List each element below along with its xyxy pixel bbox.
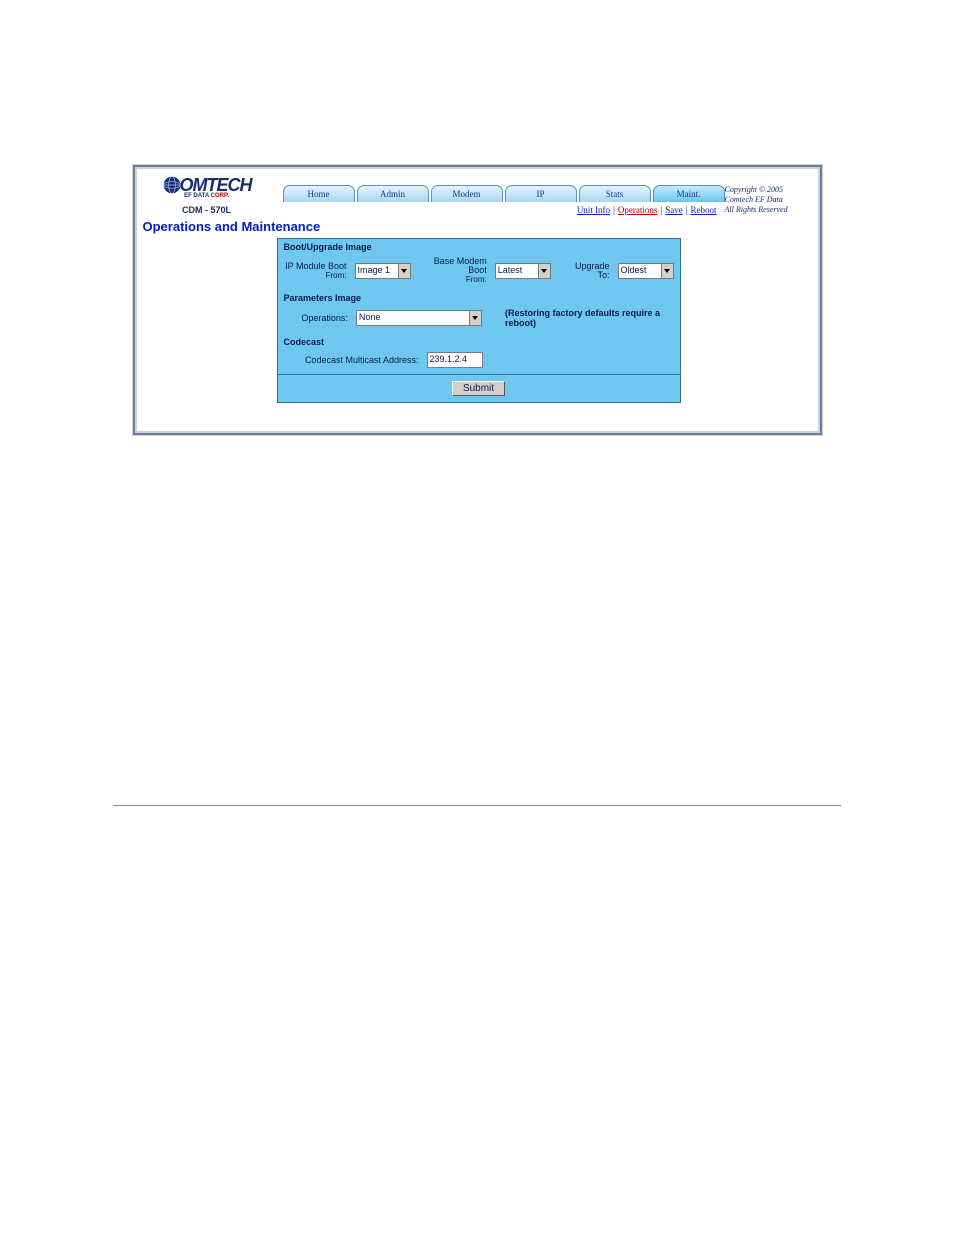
params-note: (Restoring factory defaults require a re… xyxy=(505,308,674,328)
important-note-body: Care should be taken when using the "boo… xyxy=(113,720,841,765)
section-heading: 8.3.5.6.2.1 Boot/Upgrade Image xyxy=(113,495,841,509)
base-modem-boot-select[interactable]: Latest xyxy=(495,263,551,279)
tab-admin[interactable]: Admin xyxy=(357,185,429,202)
tab-maint[interactable]: Maint. xyxy=(653,185,725,202)
figure-caption: Figure 8-45. Maint (Maintenance) | Opera… xyxy=(0,461,954,473)
tab-ip[interactable]: IP xyxy=(505,185,577,202)
list-item: Image1 – boot the firmware loaded into t… xyxy=(167,587,841,602)
tab-stats[interactable]: Stats xyxy=(579,185,651,202)
list-item: Image2 – boot the firmware loaded into t… xyxy=(167,611,841,626)
subnav-reboot[interactable]: Reboot xyxy=(691,205,717,215)
codecast-address-label: Codecast Multicast Address: xyxy=(284,356,419,365)
important-note-heading: Important Note xyxy=(113,696,841,708)
page-title: Operations and Maintenance xyxy=(137,215,818,238)
subnav-save[interactable]: Save xyxy=(665,205,683,215)
paragraph-upgrade: Using Upgrade To:, select which installe… xyxy=(113,638,841,653)
upgrade-to-select[interactable]: Oldest xyxy=(618,263,674,279)
main-nav: Home Admin Modem IP Stats Maint. xyxy=(277,181,725,202)
submit-button[interactable]: Submit xyxy=(452,381,505,396)
tab-home[interactable]: Home xyxy=(283,185,355,202)
brand-logo: OMTECH xyxy=(162,175,252,195)
subnav-unit-info[interactable]: Unit Info xyxy=(577,205,610,215)
tab-modem[interactable]: Modem xyxy=(431,185,503,202)
section-params-title: Parameters Image xyxy=(278,290,680,306)
footer-page-number: 8–62 xyxy=(113,810,133,821)
ip-module-boot-label: IP Module BootFrom: xyxy=(284,262,347,280)
paragraph-intro: Using IP Module Boot From: and Base Mode… xyxy=(113,521,841,551)
base-modem-boot-label: Base Modem BootFrom: xyxy=(419,257,487,284)
section-boot-title: Boot/Upgrade Image xyxy=(278,239,680,255)
footer-doc-id: MN/CDM570L.IOM xyxy=(756,810,841,821)
params-ops-select[interactable]: None xyxy=(356,310,482,326)
list-item: Oldest – overwrite the oldest firmware b… xyxy=(167,665,841,680)
subnav-operations[interactable]: Operations xyxy=(618,205,658,215)
list-item: Latest – boot the newest firmware load b… xyxy=(167,563,841,578)
ip-module-boot-select[interactable]: Image 1 xyxy=(355,263,411,279)
section-codecast-title: Codecast xyxy=(278,334,680,350)
device-model: CDM - 570L xyxy=(182,205,231,215)
upgrade-to-label: Upgrade To: xyxy=(567,262,610,280)
codecast-address-input[interactable]: 239.1.2.4 xyxy=(427,352,483,368)
globe-icon xyxy=(162,175,182,195)
params-ops-label: Operations: xyxy=(284,314,348,323)
boot-from-options-list: Latest – boot the newest firmware load b… xyxy=(167,563,841,626)
upgrade-to-options-list: Oldest – overwrite the oldest firmware b… xyxy=(167,665,841,680)
sub-nav: Unit Info| Operations| Save| Reboot xyxy=(277,202,725,215)
brand-subtext: EF DATA CORP. xyxy=(184,193,229,199)
copyright: Copyright © 2005 Comtech EF Data All Rig… xyxy=(725,182,831,215)
